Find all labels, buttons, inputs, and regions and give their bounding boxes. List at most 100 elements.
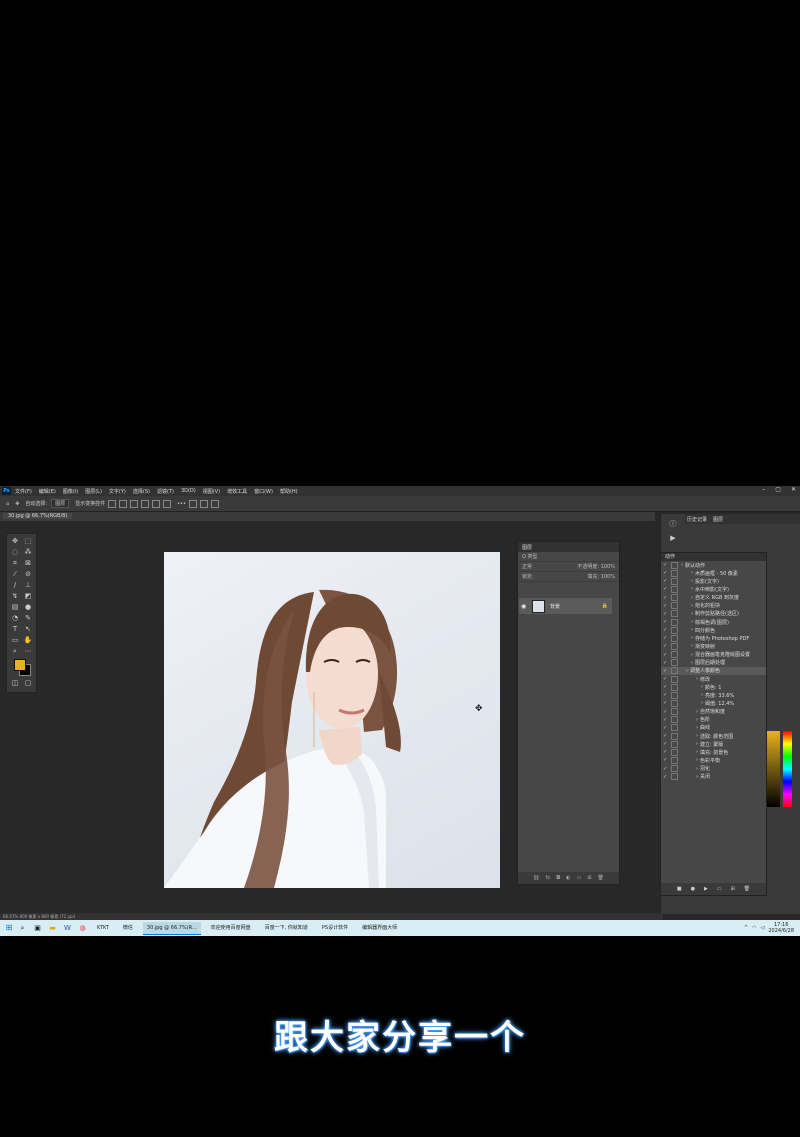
check-icon[interactable]: ✓: [663, 611, 669, 617]
align-left-icon[interactable]: [108, 499, 117, 508]
action-item[interactable]: ✓ › 曲线: [661, 724, 766, 732]
move-tool-icon[interactable]: ✥: [10, 537, 20, 546]
menu-help[interactable]: 帮助(H): [280, 488, 298, 495]
layer-filter-search[interactable]: Q 类型: [518, 552, 619, 562]
info-icon[interactable]: ⓘ: [667, 519, 679, 529]
action-item[interactable]: ✓ › 羽化: [661, 765, 766, 773]
foreground-color-swatch[interactable]: [14, 659, 26, 671]
align-right-icon[interactable]: [130, 499, 139, 508]
dialog-toggle-icon[interactable]: [671, 699, 678, 707]
dialog-toggle-icon[interactable]: [671, 756, 678, 764]
action-item[interactable]: ✓ › 图层后期处理: [661, 659, 766, 667]
more-tools-icon[interactable]: ⋯: [23, 647, 33, 656]
delete-layer-icon[interactable]: 🗑: [598, 875, 604, 881]
expand-arrow-icon[interactable]: ›: [696, 709, 698, 715]
expand-arrow-icon[interactable]: ›: [691, 586, 693, 592]
dialog-toggle-icon[interactable]: [671, 642, 678, 650]
taskbar-app-editor[interactable]: 编辑器界面大师: [358, 922, 401, 934]
dialog-toggle-icon[interactable]: [671, 732, 678, 740]
check-icon[interactable]: ✓: [663, 643, 669, 649]
action-item[interactable]: ✓ › 投影(文字): [661, 577, 766, 585]
play-icon[interactable]: ▶: [704, 886, 708, 892]
quick-mask-icon[interactable]: ◫: [10, 679, 20, 688]
check-icon[interactable]: ✓: [663, 652, 669, 658]
check-icon[interactable]: ✓: [663, 774, 669, 780]
type-tool-icon[interactable]: T: [10, 625, 20, 634]
action-item[interactable]: ✓ › 填充: 前景色: [661, 748, 766, 756]
quick-select-tool-icon[interactable]: ⁂: [23, 548, 33, 557]
windows-start-icon[interactable]: ⊞: [4, 923, 14, 933]
expand-arrow-icon[interactable]: ›: [701, 684, 703, 690]
expand-arrow-icon[interactable]: ›: [701, 692, 703, 698]
expand-arrow-icon[interactable]: ›: [696, 741, 698, 747]
link-layers-icon[interactable]: ⛓: [533, 875, 539, 881]
shape-tool-icon[interactable]: ▭: [10, 636, 20, 645]
action-item[interactable]: ✓ › 默认动作: [661, 561, 766, 569]
dialog-toggle-icon[interactable]: [671, 691, 678, 699]
check-icon[interactable]: ✓: [663, 733, 669, 739]
dialog-toggle-icon[interactable]: [671, 724, 678, 732]
zoom-tool-icon[interactable]: ⌕: [10, 647, 20, 656]
record-icon[interactable]: ●: [691, 886, 695, 892]
new-group-icon[interactable]: ▭: [577, 875, 582, 881]
menu-plugins[interactable]: 增效工具: [227, 488, 247, 495]
dialog-toggle-icon[interactable]: [671, 602, 678, 610]
auto-select-label[interactable]: 自动选择:: [25, 500, 47, 507]
action-item[interactable]: ✓ › 木质画框 - 50 像素: [661, 569, 766, 577]
dialog-toggle-icon[interactable]: [671, 659, 678, 667]
dialog-toggle-icon[interactable]: [671, 618, 678, 626]
check-icon[interactable]: ✓: [663, 586, 669, 592]
3d-mode-icon[interactable]: [188, 499, 197, 508]
action-item[interactable]: ✓ › 自然饱和度: [661, 708, 766, 716]
word-icon[interactable]: W: [63, 924, 72, 933]
adjustment-layer-icon[interactable]: ◐: [566, 875, 570, 881]
expand-arrow-icon[interactable]: ›: [681, 562, 683, 568]
document-canvas-photo[interactable]: [164, 552, 500, 888]
stamp-tool-icon[interactable]: ⊥: [23, 581, 33, 590]
action-item[interactable]: ✓ › 色彩平衡: [661, 756, 766, 764]
network-icon[interactable]: ◠: [752, 925, 756, 931]
action-item[interactable]: ✓ › 选取: 颜色范围: [661, 732, 766, 740]
menu-3d[interactable]: 3D(D): [181, 488, 196, 494]
marquee-tool-icon[interactable]: ⬚: [23, 537, 33, 546]
align-center-icon[interactable]: [119, 499, 128, 508]
new-set-icon[interactable]: ▭: [717, 886, 722, 892]
dialog-toggle-icon[interactable]: [671, 765, 678, 773]
color-picker-field[interactable]: [766, 731, 780, 807]
hand-tool-icon[interactable]: ✋: [23, 636, 33, 645]
taskbar-app-photoshop[interactable]: 30.jpg @ 66.7%(R...: [142, 921, 201, 935]
browser-icon[interactable]: ◍: [78, 924, 87, 933]
action-item[interactable]: ✓ › 阈值: 12.4%: [661, 699, 766, 707]
lasso-tool-icon[interactable]: ◌: [10, 548, 20, 557]
expand-arrow-icon[interactable]: ›: [691, 635, 693, 641]
action-item[interactable]: ✓ › 渐变映射: [661, 642, 766, 650]
layer-row-background[interactable]: ◉ 背景 🔒: [519, 598, 612, 614]
menu-file[interactable]: 文件(F): [15, 488, 32, 495]
search-icon[interactable]: ⌕: [18, 924, 27, 933]
action-item[interactable]: ✓ › 自定义 RGB 到灰度: [661, 594, 766, 602]
action-item[interactable]: ✓ › 修改: [661, 675, 766, 683]
blend-mode-dropdown[interactable]: 正常: [522, 563, 532, 570]
menu-filter[interactable]: 滤镜(T): [157, 488, 174, 495]
dialog-toggle-icon[interactable]: [671, 716, 678, 724]
home-icon[interactable]: ⌂: [6, 501, 9, 507]
layers-panel-title[interactable]: 图层: [518, 542, 619, 552]
blur-tool-icon[interactable]: ●: [23, 603, 33, 612]
expand-arrow-icon[interactable]: ›: [696, 749, 698, 755]
check-icon[interactable]: ✓: [663, 749, 669, 755]
new-action-icon[interactable]: ⊞: [731, 886, 735, 892]
action-item[interactable]: ✓ › 建立: 蒙版: [661, 740, 766, 748]
expand-arrow-icon[interactable]: ›: [696, 725, 698, 731]
dialog-toggle-icon[interactable]: [671, 667, 678, 675]
menu-select[interactable]: 选择(S): [133, 488, 150, 495]
tray-chevron-icon[interactable]: ^: [744, 925, 748, 931]
expand-arrow-icon[interactable]: ›: [696, 757, 698, 763]
expand-arrow-icon[interactable]: ›: [696, 766, 698, 772]
taskbar-app-baidu-pan[interactable]: 欢迎使用百度网盘: [207, 922, 255, 934]
clock[interactable]: 17:16 2024/6/28: [768, 922, 794, 934]
dialog-toggle-icon[interactable]: [671, 708, 678, 716]
tab-layers[interactable]: 图层: [713, 516, 723, 523]
task-view-icon[interactable]: ▣: [33, 924, 42, 933]
expand-arrow-icon[interactable]: ›: [691, 643, 693, 649]
menu-window[interactable]: 窗口(W): [254, 488, 273, 495]
